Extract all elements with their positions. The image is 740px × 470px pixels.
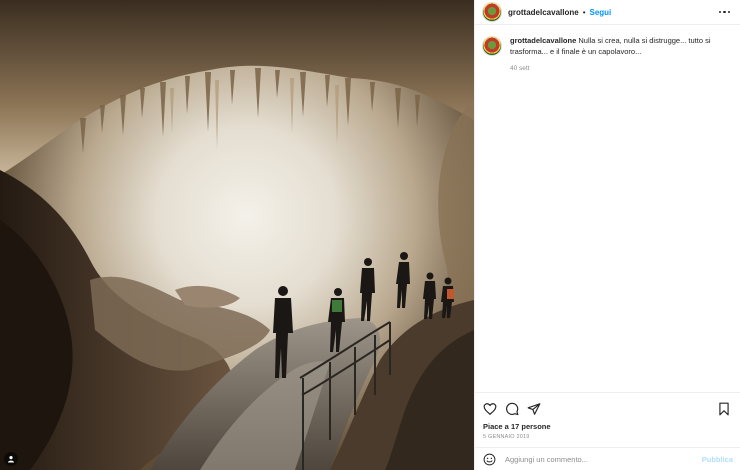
likes-count[interactable]: Piace a 17 persone — [475, 417, 740, 431]
header-username[interactable]: grottadelcavallone — [508, 8, 579, 17]
heart-icon[interactable] — [483, 402, 497, 416]
share-icon[interactable] — [527, 402, 541, 416]
caption: grottadelcavallone Nulla si crea, nulla … — [475, 25, 740, 72]
bookmark-icon[interactable] — [717, 402, 731, 416]
comment-bar: Pubblica — [475, 447, 740, 470]
avatar[interactable] — [483, 3, 501, 21]
post-details-panel: grottadelcavallone • Segui grottadelcava… — [474, 0, 740, 470]
tag-user-button[interactable] — [4, 452, 18, 466]
user-icon — [8, 456, 14, 463]
cave-photo — [0, 0, 474, 470]
comment-icon[interactable] — [505, 402, 519, 416]
publish-button[interactable]: Pubblica — [702, 455, 733, 464]
follow-button[interactable]: Segui — [590, 8, 612, 17]
post-actions: Piace a 17 persone 5 GENNAIO 2019 — [475, 392, 740, 444]
caption-text: grottadelcavallone Nulla si crea, nulla … — [510, 36, 732, 57]
caption-time[interactable]: 40 sett — [510, 65, 732, 72]
caption-avatar[interactable] — [483, 37, 501, 55]
post-date: 5 GENNAIO 2019 — [483, 434, 530, 440]
more-options-icon[interactable] — [717, 9, 733, 16]
caption-username[interactable]: grottadelcavallone — [510, 36, 576, 45]
comment-input[interactable] — [505, 454, 690, 464]
post-header: grottadelcavallone • Segui — [475, 0, 740, 25]
emoji-icon[interactable] — [483, 453, 496, 466]
post-photo[interactable] — [0, 0, 474, 470]
separator-dot: • — [582, 7, 586, 17]
